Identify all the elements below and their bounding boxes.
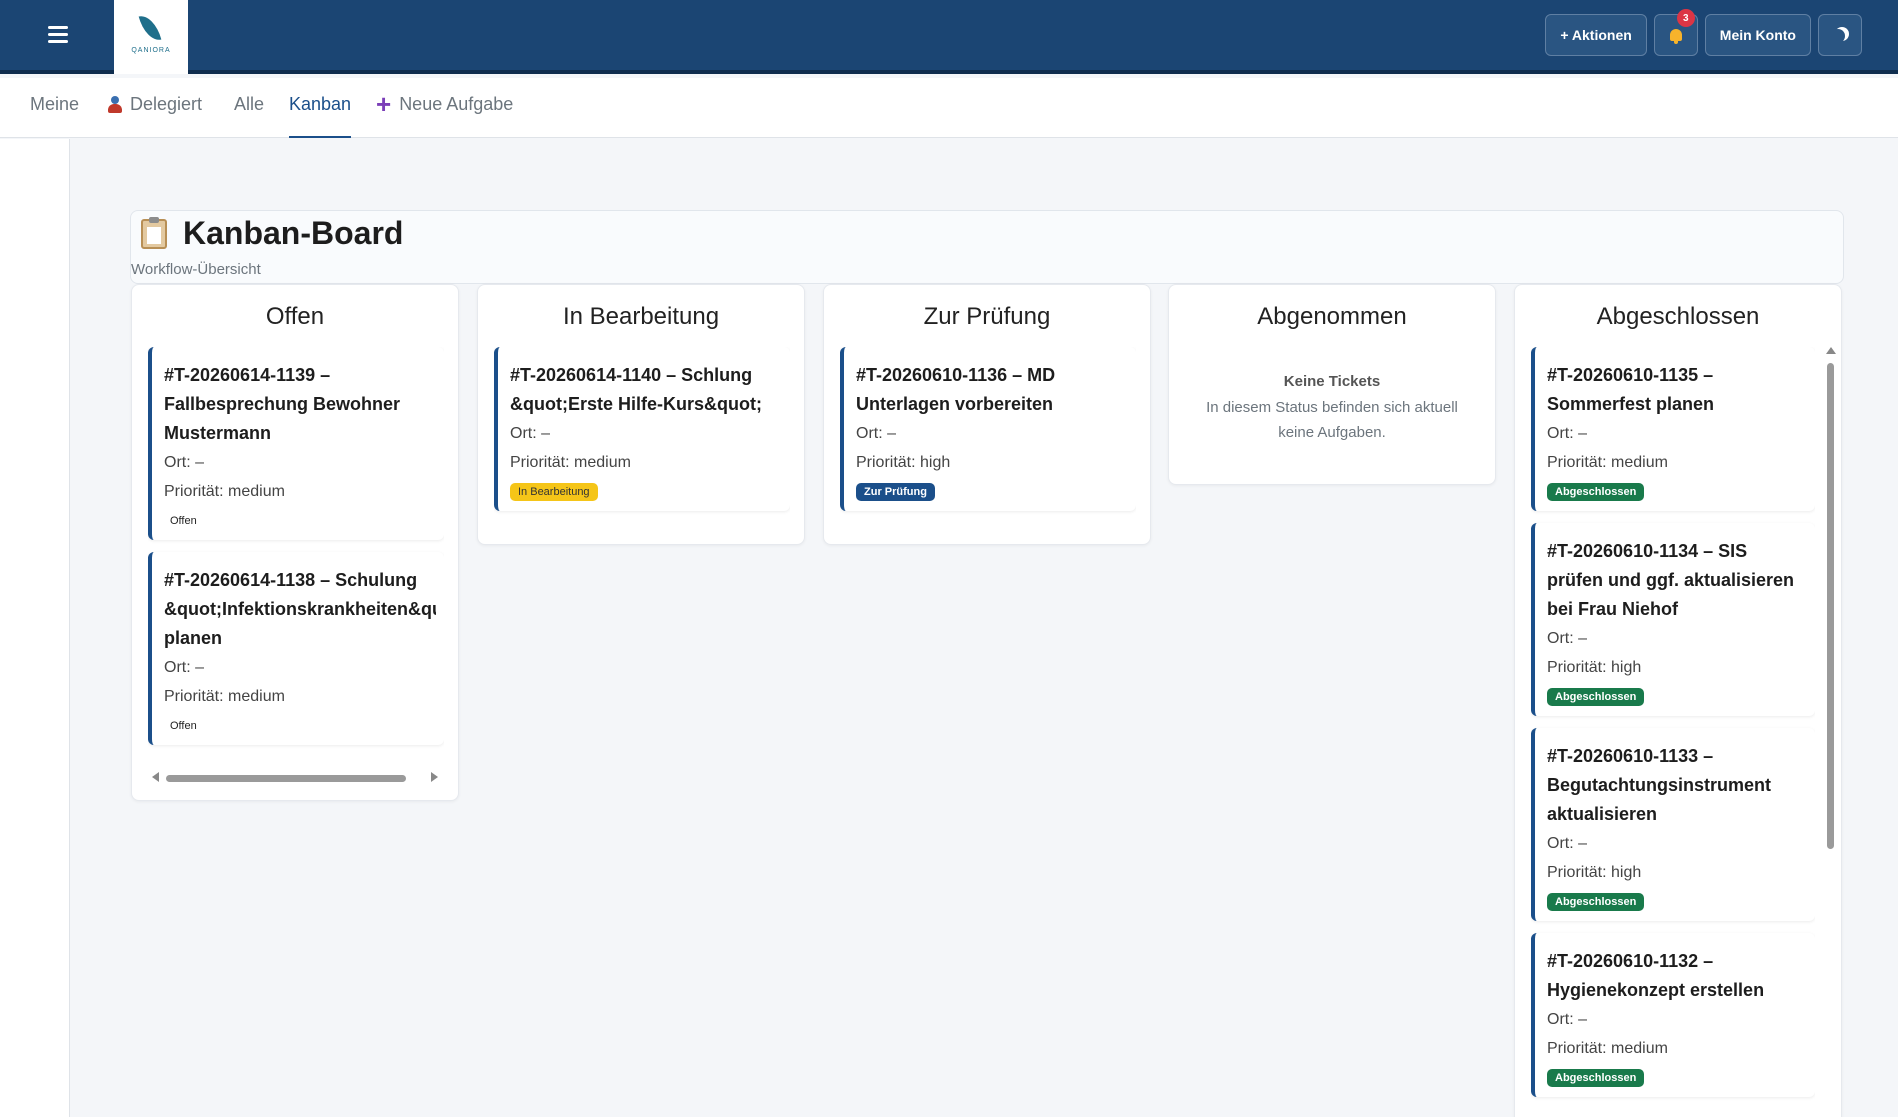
ticket-location: Ort: –	[1547, 1011, 1588, 1028]
ticket-priority: Priorität: medium	[164, 483, 285, 500]
logo[interactable]: QANIORA	[114, 0, 188, 74]
column-offen: Offen #T-20260614-1139 – Fallbesprechung…	[131, 284, 459, 801]
ticket-title-text: #T-20260614-1138 – Schulung &quot;Infekt…	[164, 570, 436, 648]
tab-neue-aufgabe[interactable]: + Neue Aufgabe	[376, 89, 514, 138]
ticket-location: Ort: –	[856, 425, 897, 442]
ticket-title: #T-20260610-1136 – MD Unterlagen vorbere…	[856, 365, 1056, 414]
scrollbar-thumb[interactable]	[1827, 363, 1834, 849]
status-badge: Zur Prüfung	[856, 483, 935, 501]
navbar-actions: + Aktionen 3 Mein Konto	[1545, 9, 1862, 56]
tab-kanban[interactable]: Kanban	[289, 94, 352, 138]
column-title: In Bearbeitung	[562, 303, 720, 330]
scroll-left-icon[interactable]	[152, 772, 159, 782]
status-badge: Offen	[170, 515, 197, 527]
ticket-priority: Priorität: medium	[510, 454, 631, 471]
logo-leaf-icon	[138, 12, 162, 44]
bell-icon	[1669, 29, 1682, 44]
tab-delegiert[interactable]: Delegiert	[108, 94, 202, 138]
tab-label: Meine	[30, 94, 80, 114]
ticket-priority: Priorität: medium	[1547, 1040, 1668, 1057]
status-badge: Abgeschlossen	[1547, 893, 1645, 911]
ticket-title: #T-20260614-1139 – Fallbesprechung Bewoh…	[164, 365, 401, 443]
menu-toggle-icon[interactable]	[48, 26, 68, 44]
ticket-card[interactable]: #T-20260614-1139 – Fallbesprechung Bewoh…	[148, 347, 444, 540]
top-navbar: QANIORA + Aktionen 3 Mein Konto	[0, 0, 1898, 74]
horizontal-scrollbar[interactable]	[152, 770, 438, 784]
scroll-up-icon[interactable]	[1826, 347, 1836, 354]
column-title: Zur Prüfung	[923, 303, 1051, 330]
tab-alle[interactable]: Alle	[234, 94, 264, 138]
tab-label: Neue Aufgabe	[399, 94, 514, 114]
ticket-title: #T-20260610-1135 – Sommerfest planen	[1547, 365, 1715, 414]
column-abgeschlossen: Abgeschlossen #T-20260610-1135 – Sommerf…	[1514, 284, 1842, 1117]
account-button[interactable]: Mein Konto	[1704, 14, 1811, 56]
tab-label: Alle	[234, 94, 265, 114]
page-subtitle: Workflow-Übersicht	[131, 261, 261, 278]
column-zur-pruefung: Zur Prüfung #T-20260610-1136 – MD Unterl…	[823, 284, 1151, 545]
task-tabs: Meine Delegiert Alle Kanban + Neue Aufga…	[0, 78, 1898, 138]
tab-meine[interactable]: Meine	[30, 94, 79, 138]
ticket-card[interactable]: #T-20260610-1133 – Begutachtungsinstrume…	[1531, 728, 1815, 921]
ticket-title: #T-20260614-1140 – Schlung &quot;Erste H…	[510, 365, 762, 414]
column-title: Abgenommen	[1257, 303, 1407, 330]
status-badge: Abgeschlossen	[1547, 483, 1645, 501]
ticket-location: Ort: –	[164, 659, 205, 676]
ticket-priority: Priorität: high	[856, 454, 951, 471]
ticket-title: #T-20260614-1138 – Schulung &quot;Infekt…	[164, 566, 436, 653]
ticket-title: #T-20260610-1132 – Hygienekonzept erstel…	[1547, 951, 1765, 1000]
dark-mode-toggle[interactable]	[1818, 14, 1862, 56]
ticket-priority: Priorität: medium	[164, 688, 285, 705]
ticket-location: Ort: –	[1547, 425, 1588, 442]
column-title: Abgeschlossen	[1596, 303, 1760, 330]
actions-button[interactable]: + Aktionen	[1545, 14, 1647, 56]
column-cards: #T-20260610-1136 – MD Unterlagen vorbere…	[840, 347, 1136, 537]
page-title: Kanban-Board	[183, 215, 404, 251]
ticket-card[interactable]: #T-20260610-1136 – MD Unterlagen vorbere…	[840, 347, 1136, 511]
person-icon	[108, 96, 122, 114]
ticket-priority: Priorität: high	[1547, 864, 1642, 881]
ticket-title: #T-20260610-1134 – SIS prüfen und ggf. a…	[1547, 541, 1795, 619]
logo-text: QANIORA	[131, 47, 171, 54]
column-cards: #T-20260614-1139 – Fallbesprechung Bewoh…	[148, 347, 444, 757]
column-cards: #T-20260610-1135 – Sommerfest planen Ort…	[1531, 347, 1815, 1117]
ticket-priority: Priorität: medium	[1547, 454, 1668, 471]
column-title: Offen	[265, 303, 325, 330]
ticket-priority: Priorität: high	[1547, 659, 1642, 676]
board-header: Kanban-Board Workflow-Übersicht	[130, 210, 1844, 284]
ticket-card[interactable]: #T-20260610-1132 – Hygienekonzept erstel…	[1531, 933, 1815, 1097]
plus-icon: +	[376, 89, 392, 119]
vertical-scrollbar[interactable]	[1825, 347, 1836, 1117]
ticket-location: Ort: –	[1547, 835, 1588, 852]
ticket-card[interactable]: #T-20260614-1138 – Schulung &quot;Infekt…	[148, 552, 444, 745]
tab-label: Kanban	[289, 94, 352, 114]
empty-state-title: Keine Tickets	[1283, 373, 1381, 390]
status-badge: Offen	[170, 720, 197, 732]
ticket-card[interactable]: #T-20260614-1140 – Schlung &quot;Erste H…	[494, 347, 790, 511]
status-badge: Abgeschlossen	[1547, 688, 1645, 706]
ticket-card[interactable]: #T-20260610-1135 – Sommerfest planen Ort…	[1531, 347, 1815, 511]
column-abgenommen: Abgenommen Keine Tickets In diesem Statu…	[1168, 284, 1496, 485]
notification-badge: 3	[1676, 9, 1695, 27]
ticket-title: #T-20260610-1133 – Begutachtungsinstrume…	[1547, 746, 1772, 824]
ticket-location: Ort: –	[1547, 630, 1588, 647]
scrollbar-thumb[interactable]	[166, 775, 406, 782]
tab-label: Delegiert	[130, 94, 203, 114]
status-badge: In Bearbeitung	[510, 483, 598, 501]
scroll-right-icon[interactable]	[431, 772, 438, 782]
clipboard-icon	[141, 217, 167, 249]
empty-state-text: In diesem Status befinden sich aktuell k…	[1206, 399, 1458, 441]
ticket-card[interactable]: #T-20260610-1134 – SIS prüfen und ggf. a…	[1531, 523, 1815, 716]
ticket-location: Ort: –	[510, 425, 551, 442]
column-in-bearbeitung: In Bearbeitung #T-20260614-1140 – Schlun…	[477, 284, 805, 545]
ticket-location: Ort: –	[164, 454, 205, 471]
sidebar	[0, 139, 70, 1117]
column-cards: #T-20260614-1140 – Schlung &quot;Erste H…	[494, 347, 790, 537]
status-badge: Abgeschlossen	[1547, 1069, 1645, 1087]
notifications-button[interactable]: 3	[1653, 9, 1698, 56]
moon-icon	[1831, 29, 1845, 43]
